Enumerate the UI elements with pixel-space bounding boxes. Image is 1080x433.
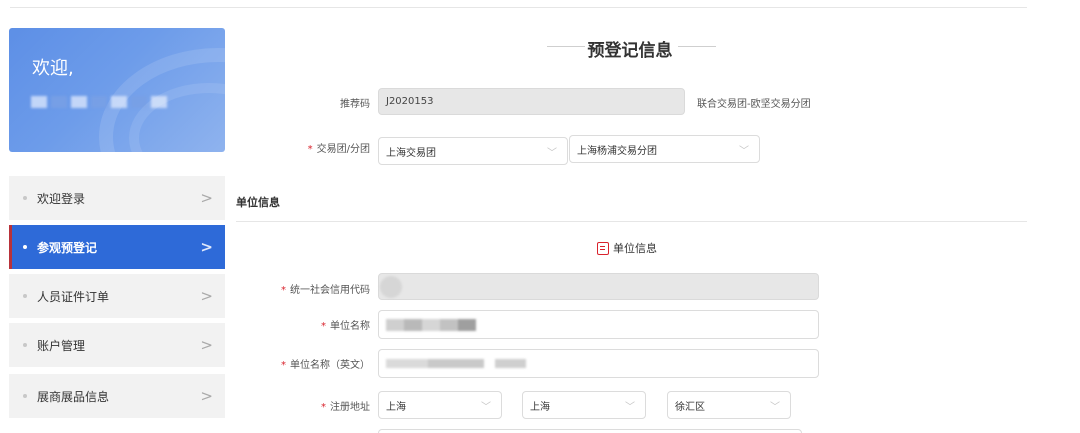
- address-city-value: 上海: [530, 401, 550, 413]
- trade-subgroup-select[interactable]: 上海杨浦交易分团 ﹀: [569, 135, 760, 163]
- chevron-down-icon: ﹀: [625, 402, 635, 413]
- credit-code-label: * 统一社会信用代码: [281, 285, 370, 296]
- trade-group-value: 上海交易团: [386, 147, 436, 159]
- address-district-value: 徐汇区: [675, 401, 705, 413]
- sidebar-item-account[interactable]: 账户管理 >: [9, 323, 225, 367]
- unit-panel-header: 单位信息: [597, 240, 657, 256]
- chevron-down-icon: ﹀: [547, 148, 557, 159]
- bullet-icon: [23, 294, 27, 298]
- welcome-title: 欢迎,: [32, 58, 74, 79]
- unit-panel-title: 单位信息: [613, 242, 657, 255]
- address-detail-input[interactable]: [378, 429, 802, 433]
- required-icon: *: [281, 285, 286, 296]
- document-icon: [597, 241, 609, 255]
- chevron-down-icon: ﹀: [739, 146, 749, 157]
- bullet-icon: [23, 245, 27, 249]
- bullet-icon: [23, 343, 27, 347]
- unit-section-divider: [236, 221, 1027, 222]
- bullet-icon: [23, 394, 27, 398]
- unit-section-heading: 单位信息: [236, 196, 280, 209]
- chevron-right-icon: >: [200, 287, 213, 305]
- referral-code-value: J2020153: [386, 96, 434, 107]
- sidebar-item-label: 人员证件订单: [37, 289, 110, 304]
- chevron-down-icon: ﹀: [481, 402, 491, 413]
- blurred-value: [380, 275, 402, 298]
- unit-name-en-input[interactable]: [378, 349, 819, 378]
- sidebar-item-label: 参观预登记: [37, 240, 98, 255]
- title-divider-right: [678, 46, 716, 47]
- top-divider: [10, 7, 1027, 8]
- sidebar-item-welcome-login[interactable]: 欢迎登录 >: [9, 176, 225, 220]
- trade-group-label: * 交易团/分团: [307, 144, 370, 155]
- unit-name-input[interactable]: [378, 310, 819, 339]
- chevron-right-icon: >: [200, 336, 213, 354]
- sidebar-item-label: 账户管理: [37, 338, 86, 353]
- page-title: 预登记信息: [587, 41, 673, 61]
- unit-name-en-label: * 单位名称（英文）: [281, 360, 370, 371]
- referral-code-label: 推荐码: [340, 99, 370, 110]
- required-icon: *: [321, 402, 326, 413]
- sidebar-item-label: 欢迎登录: [37, 191, 86, 206]
- blurred-value: [386, 318, 476, 331]
- chevron-down-icon: ﹀: [770, 402, 780, 413]
- address-province-value: 上海: [386, 401, 406, 413]
- trade-group-select[interactable]: 上海交易团 ﹀: [378, 137, 568, 165]
- unit-name-label: * 单位名称: [321, 321, 370, 332]
- sidebar-item-exhibitor-products[interactable]: 展商展品信息 >: [9, 374, 225, 418]
- blurred-value: [386, 359, 526, 368]
- chevron-right-icon: >: [200, 189, 213, 207]
- chevron-right-icon: >: [200, 238, 213, 256]
- welcome-card: 欢迎,: [9, 28, 225, 152]
- required-icon: *: [321, 321, 326, 332]
- credit-code-field: [378, 273, 819, 300]
- welcome-username-blurred: [31, 96, 167, 108]
- address-city-select[interactable]: 上海 ﹀: [522, 391, 646, 419]
- required-icon: *: [307, 144, 313, 155]
- referral-code-field: J2020153: [378, 88, 685, 115]
- sidebar-item-badge-orders[interactable]: 人员证件订单 >: [9, 274, 225, 318]
- trade-subgroup-value: 上海杨浦交易分团: [577, 145, 657, 157]
- referral-group-note: 联合交易团-欧坚交易分团: [697, 99, 811, 110]
- sidebar-item-label: 展商展品信息: [37, 389, 110, 404]
- bullet-icon: [23, 196, 27, 200]
- address-district-select[interactable]: 徐汇区 ﹀: [667, 391, 791, 419]
- address-label: * 注册地址: [321, 402, 370, 413]
- chevron-right-icon: >: [200, 387, 213, 405]
- sidebar-item-visit-registration[interactable]: 参观预登记 >: [9, 225, 225, 269]
- required-icon: *: [281, 360, 286, 371]
- address-province-select[interactable]: 上海 ﹀: [378, 391, 502, 419]
